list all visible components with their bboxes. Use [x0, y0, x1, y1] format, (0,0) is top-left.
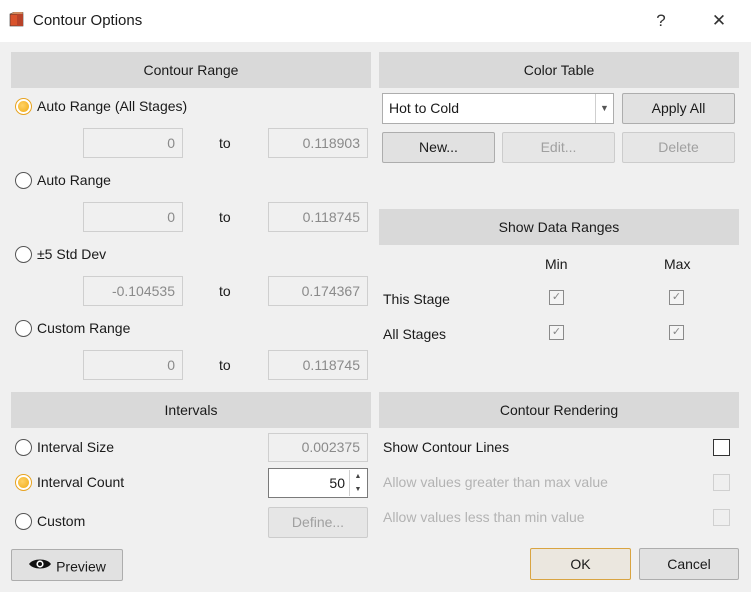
- cancel-button[interactable]: Cancel: [639, 548, 739, 580]
- custom-range-label: Custom Range: [37, 320, 131, 336]
- std-dev-label: ±5 Std Dev: [37, 246, 107, 262]
- to-label: to: [219, 283, 231, 299]
- to-label: to: [219, 135, 231, 151]
- all-stages-min-checkbox[interactable]: ✓: [549, 325, 564, 340]
- custom-range-max-field[interactable]: 0.118745: [268, 350, 368, 380]
- this-stage-max-checkbox[interactable]: ✓: [669, 290, 684, 305]
- custom-range-min-field[interactable]: 0: [83, 350, 183, 380]
- app-icon: [9, 11, 25, 28]
- close-button[interactable]: ✕: [704, 8, 734, 34]
- min-column-label: Min: [545, 256, 568, 272]
- radio-interval-count[interactable]: [15, 474, 32, 491]
- max-column-label: Max: [664, 256, 691, 272]
- contour-range-header: Contour Range: [11, 52, 371, 88]
- radio-std-dev[interactable]: [15, 246, 32, 263]
- interval-count-label: Interval Count: [37, 474, 125, 490]
- auto-range-max-field[interactable]: 0.118745: [268, 202, 368, 232]
- interval-size-field[interactable]: 0.002375: [268, 433, 368, 462]
- help-button[interactable]: ?: [646, 8, 676, 34]
- apply-all-button[interactable]: Apply All: [622, 93, 735, 124]
- chevron-down-icon[interactable]: ▼: [595, 94, 613, 123]
- new-button[interactable]: New...: [382, 132, 495, 163]
- define-button[interactable]: Define...: [268, 507, 368, 538]
- radio-auto-range[interactable]: [15, 172, 32, 189]
- intervals-header: Intervals: [11, 392, 371, 428]
- to-label: to: [219, 209, 231, 225]
- contour-rendering-header: Contour Rendering: [379, 392, 739, 428]
- color-table-select[interactable]: Hot to Cold ▼: [382, 93, 614, 124]
- auto-range-all-stages-label: Auto Range (All Stages): [37, 98, 188, 114]
- interval-size-label: Interval Size: [37, 439, 115, 455]
- custom-interval-label: Custom: [37, 513, 86, 529]
- radio-interval-size[interactable]: [15, 439, 32, 456]
- spin-down-icon[interactable]: ▼: [349, 483, 366, 496]
- delete-button[interactable]: Delete: [622, 132, 735, 163]
- all-stages-label: All Stages: [383, 326, 447, 342]
- show-contour-lines-checkbox[interactable]: [713, 439, 730, 456]
- this-stage-min-checkbox[interactable]: ✓: [549, 290, 564, 305]
- auto-range-label: Auto Range: [37, 172, 111, 188]
- radio-auto-range-all-stages[interactable]: [15, 98, 32, 115]
- auto-range-min-field[interactable]: 0: [83, 202, 183, 232]
- edit-button[interactable]: Edit...: [502, 132, 615, 163]
- interval-count-value: 50: [329, 475, 345, 491]
- all-stages-max-checkbox[interactable]: ✓: [669, 325, 684, 340]
- show-data-ranges-header: Show Data Ranges: [379, 209, 739, 245]
- window-title: Contour Options: [33, 12, 143, 29]
- auto-range-all-stages-max-field[interactable]: 0.118903: [268, 128, 368, 158]
- to-label: to: [219, 357, 231, 373]
- this-stage-label: This Stage: [383, 291, 450, 307]
- std-dev-min-field[interactable]: -0.104535: [83, 276, 183, 306]
- color-table-header: Color Table: [379, 52, 739, 88]
- preview-button[interactable]: Preview: [11, 549, 123, 581]
- allow-less-checkbox[interactable]: [713, 509, 730, 526]
- preview-label: Preview: [56, 558, 106, 575]
- auto-range-all-stages-min-field[interactable]: 0: [83, 128, 183, 158]
- eye-icon: [28, 551, 52, 581]
- show-contour-lines-label: Show Contour Lines: [383, 439, 510, 455]
- allow-less-label: Allow values less than min value: [383, 509, 585, 525]
- radio-custom-range[interactable]: [15, 320, 32, 337]
- allow-greater-label: Allow values greater than max value: [383, 474, 608, 490]
- allow-greater-checkbox[interactable]: [713, 474, 730, 491]
- interval-count-stepper[interactable]: 50 ▲ ▼: [268, 468, 368, 498]
- std-dev-max-field[interactable]: 0.174367: [268, 276, 368, 306]
- color-table-selected-value: Hot to Cold: [389, 100, 460, 116]
- radio-custom-interval[interactable]: [15, 513, 32, 530]
- spin-up-icon[interactable]: ▲: [349, 470, 366, 483]
- ok-button[interactable]: OK: [530, 548, 631, 580]
